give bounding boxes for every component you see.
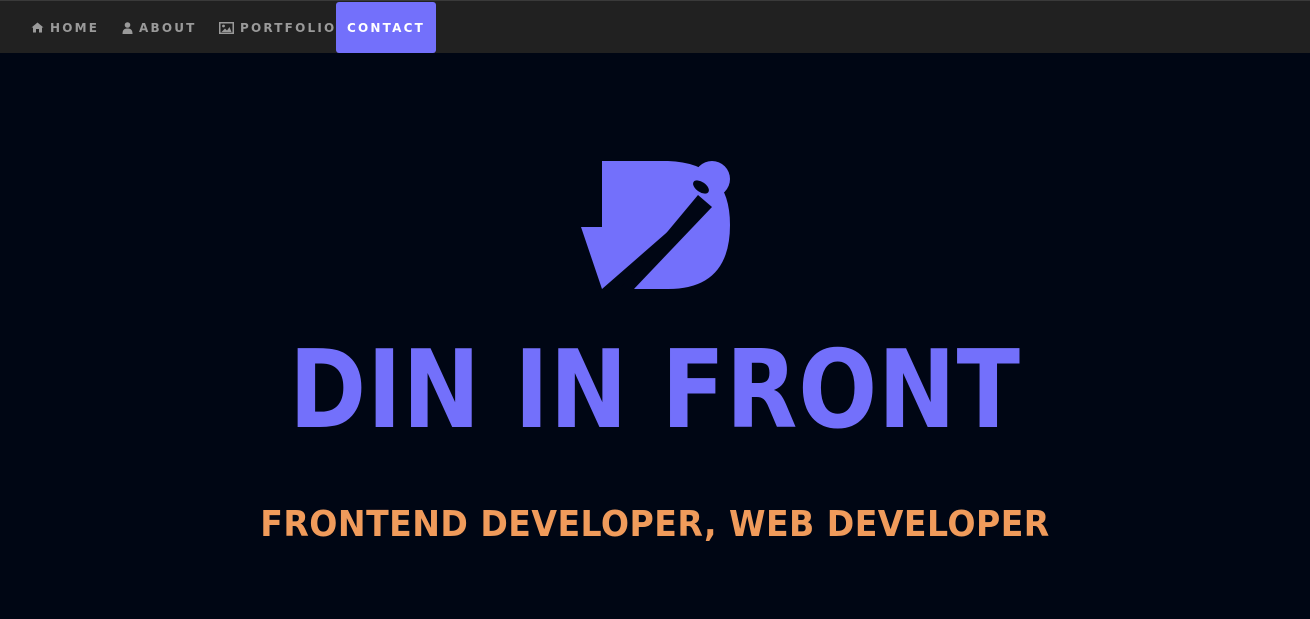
din-logo-icon bbox=[578, 159, 734, 298]
hero-title: DIN IN FRONT bbox=[289, 328, 1021, 453]
nav-about-link[interactable]: ABOUT bbox=[122, 2, 197, 53]
nav-contact-label: CONTACT bbox=[347, 20, 425, 35]
nav-about-label: ABOUT bbox=[139, 20, 197, 35]
nav-home-link[interactable]: HOME bbox=[31, 2, 99, 53]
hero-section: DIN IN FRONT FRONTEND DEVELOPER, WEB DEV… bbox=[0, 53, 1310, 619]
nav-portfolio-label: PORTFOLIO bbox=[240, 20, 337, 35]
top-navbar: HOME ABOUT PORTFOLIO CONTACT bbox=[0, 0, 1310, 53]
nav-home-label: HOME bbox=[50, 20, 100, 35]
image-icon bbox=[219, 21, 234, 34]
user-icon bbox=[122, 21, 133, 34]
hero-subtitle: FRONTEND DEVELOPER, WEB DEVELOPER bbox=[260, 504, 1050, 545]
nav-portfolio-link[interactable]: PORTFOLIO bbox=[219, 2, 336, 53]
home-icon bbox=[31, 22, 44, 33]
nav-contact-link[interactable]: CONTACT bbox=[336, 2, 436, 53]
